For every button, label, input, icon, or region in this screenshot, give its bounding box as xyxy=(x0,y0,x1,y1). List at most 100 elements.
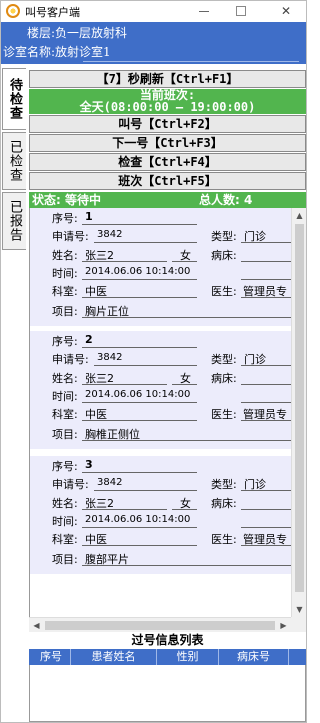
column-header-bed[interactable]: 病床号 xyxy=(219,649,289,665)
vertical-scrollbar[interactable]: ▲ ▼ xyxy=(291,208,306,617)
floor-label: 楼层: xyxy=(27,26,56,40)
next-number-button[interactable]: 下一号【Ctrl+F3】 xyxy=(29,134,306,152)
time-value: 2014.06.06 10:14:00 xyxy=(85,266,191,277)
current-shift-panel: 当前班次: 全天(08:00:00 — 19:00:00) xyxy=(29,89,306,114)
scroll-left-icon[interactable]: ◀ xyxy=(29,618,44,633)
patient-card[interactable]: 序号: 1 申请号: 3842 类型: 门诊 姓名: 张三2 女 病床: 时间:… xyxy=(30,208,292,326)
minimize-icon xyxy=(199,11,209,12)
refresh-button[interactable]: 【7】秒刷新【Ctrl+F1】 xyxy=(29,70,306,88)
request-underline xyxy=(94,490,197,491)
scroll-up-icon[interactable]: ▲ xyxy=(292,208,307,223)
current-shift-value: 全天(08:00:00 — 19:00:00) xyxy=(79,100,256,114)
time-value: 2014.06.06 10:14:00 xyxy=(85,389,191,400)
time-label: 时间: xyxy=(52,267,78,280)
name-label: 姓名: xyxy=(52,497,78,510)
dept-label: 科室: xyxy=(52,533,78,546)
passed-list-header: 序号 患者姓名 性别 病床号 xyxy=(29,649,306,665)
close-button[interactable]: ✕ xyxy=(278,3,294,19)
call-number-button[interactable]: 叫号【Ctrl+F2】 xyxy=(29,115,306,133)
scrollbar-corner xyxy=(291,617,306,632)
type-label: 类型: xyxy=(211,478,237,491)
passed-list-body[interactable] xyxy=(29,665,306,722)
item-underline xyxy=(82,440,292,441)
scroll-down-icon[interactable]: ▼ xyxy=(292,602,307,617)
seq-label: 序号: xyxy=(52,212,78,225)
time-underline xyxy=(82,402,197,403)
bed-label: 病床: xyxy=(211,372,237,385)
time-underline xyxy=(82,279,197,280)
minimize-button[interactable] xyxy=(196,3,212,19)
maximize-icon xyxy=(236,6,246,16)
dept-underline xyxy=(82,420,197,421)
room-underline xyxy=(83,61,299,62)
maximize-button[interactable] xyxy=(233,3,249,19)
shift-button[interactable]: 班次【Ctrl+F5】 xyxy=(29,172,306,190)
bed-underline xyxy=(241,261,292,262)
seq-underline xyxy=(82,224,197,225)
seq-label: 序号: xyxy=(52,460,78,473)
request-underline xyxy=(94,365,197,366)
seq-value: 2 xyxy=(85,333,93,346)
check-button[interactable]: 检查【Ctrl+F4】 xyxy=(29,153,306,171)
tab-checked[interactable]: 已检查 xyxy=(2,132,26,190)
column-header-seq[interactable]: 序号 xyxy=(32,649,71,665)
name-underline xyxy=(82,509,167,510)
bed-underline xyxy=(241,384,292,385)
dept-label: 科室: xyxy=(52,285,78,298)
window-frame-left xyxy=(0,64,1,723)
patient-card[interactable]: 序号: 2 申请号: 3842 类型: 门诊 姓名: 张三2 女 病床: 时间:… xyxy=(30,331,292,449)
scroll-right-icon[interactable]: ▶ xyxy=(276,618,291,633)
seq-label: 序号: xyxy=(52,335,78,348)
seq-underline xyxy=(82,347,197,348)
name-label: 姓名: xyxy=(52,249,78,262)
app-logo-icon xyxy=(6,4,20,18)
time-underline xyxy=(82,527,197,528)
type-label: 类型: xyxy=(211,353,237,366)
close-icon: ✕ xyxy=(280,4,292,18)
request-value: 3842 xyxy=(97,477,123,488)
item-underline xyxy=(82,317,292,318)
request-value: 3842 xyxy=(97,352,123,363)
name-underline xyxy=(82,384,167,385)
horizontal-scroll-thumb[interactable] xyxy=(45,621,275,630)
dept-label: 科室: xyxy=(52,408,78,421)
doctor-label: 医生: xyxy=(211,408,237,421)
column-header-gender[interactable]: 性别 xyxy=(157,649,219,665)
column-header-patient-name[interactable]: 患者姓名 xyxy=(71,649,157,665)
item-label: 项目: xyxy=(52,553,78,566)
floor-value: 负一层放射科 xyxy=(55,26,128,40)
item-label: 项目: xyxy=(52,428,78,441)
gender-underline xyxy=(172,384,197,385)
patient-list[interactable]: 序号: 1 申请号: 3842 类型: 门诊 姓名: 张三2 女 病床: 时间:… xyxy=(29,208,306,632)
extra-underline xyxy=(241,402,292,403)
request-underline xyxy=(94,242,197,243)
window-frame-right xyxy=(306,22,307,723)
dept-underline xyxy=(82,297,197,298)
extra-underline xyxy=(241,279,292,280)
seq-underline xyxy=(82,472,197,473)
time-value: 2014.06.06 10:14:00 xyxy=(85,514,191,525)
gender-underline xyxy=(172,509,197,510)
type-underline xyxy=(241,242,292,243)
horizontal-scrollbar[interactable]: ◀ ▶ xyxy=(29,617,291,632)
doctor-underline xyxy=(241,545,292,546)
room-label: 诊室名称: xyxy=(3,45,56,59)
bed-label: 病床: xyxy=(211,249,237,262)
item-label: 项目: xyxy=(52,305,78,318)
request-label: 申请号: xyxy=(52,230,89,243)
passed-list-title: 过号信息列表 xyxy=(131,633,204,647)
type-label: 类型: xyxy=(211,230,237,243)
tab-waiting[interactable]: 待检查 xyxy=(2,68,26,130)
vertical-scroll-thumb[interactable] xyxy=(295,224,304,592)
queue-status-bar: 状态: 等待中 总人数: 4 xyxy=(29,192,306,208)
doctor-underline xyxy=(241,420,292,421)
request-label: 申请号: xyxy=(52,478,89,491)
window-title: 叫号客户端 xyxy=(25,6,80,19)
patient-card[interactable]: 序号: 3 申请号: 3842 类型: 门诊 姓名: 张三2 女 病床: 时间:… xyxy=(30,456,292,574)
floor-row: 楼层:负一层放射科 xyxy=(1,24,307,43)
extra-underline xyxy=(241,527,292,528)
tab-reported[interactable]: 已报告 xyxy=(2,192,26,250)
queue-total: 总人数: 4 xyxy=(199,193,253,207)
bed-underline xyxy=(241,509,292,510)
doctor-underline xyxy=(241,297,292,298)
